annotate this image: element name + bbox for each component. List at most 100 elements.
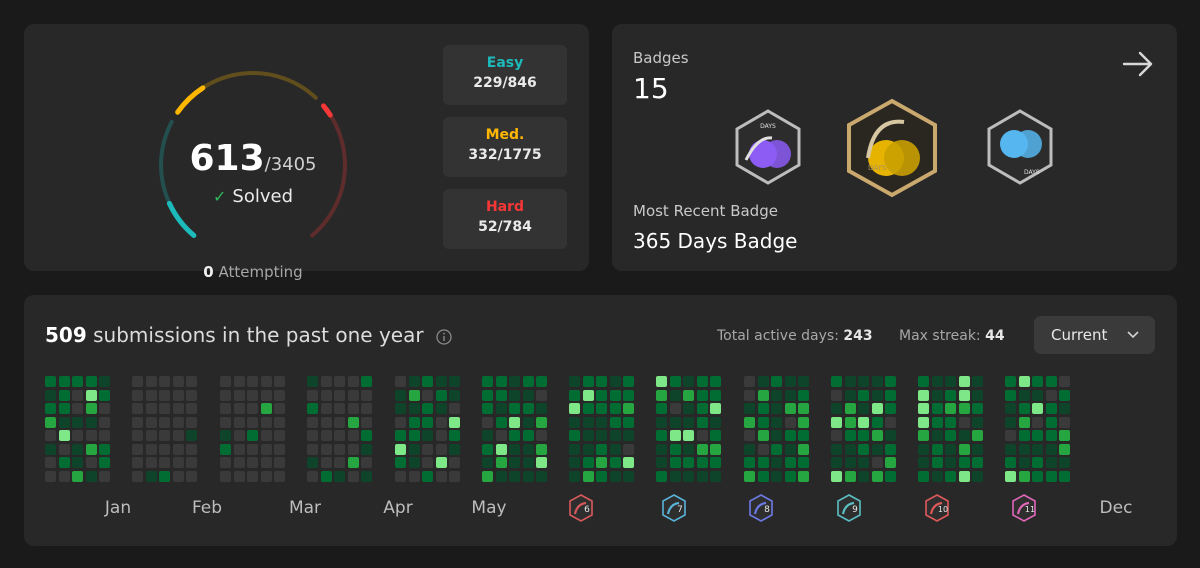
heatmap-cell[interactable] — [99, 389, 110, 401]
heatmap-cell[interactable] — [408, 457, 420, 468]
heatmap-cell[interactable] — [831, 470, 842, 482]
heatmap-cell[interactable] — [172, 416, 184, 428]
heatmap-cell[interactable] — [683, 457, 694, 468]
heatmap-cell[interactable] — [260, 457, 272, 468]
heatmap-cell[interactable] — [132, 416, 143, 428]
heatmap-cell[interactable] — [361, 443, 372, 455]
heatmap-cell[interactable] — [395, 376, 406, 387]
heatmap-cell[interactable] — [596, 443, 607, 455]
heatmap-cell[interactable] — [320, 416, 332, 428]
heatmap-cell[interactable] — [844, 457, 856, 468]
heatmap-cell[interactable] — [260, 443, 272, 455]
heatmap-cell[interactable] — [623, 470, 634, 482]
heatmap-cell[interactable] — [596, 430, 607, 441]
heatmap-cell[interactable] — [159, 430, 170, 441]
heatmap-cell[interactable] — [495, 376, 507, 387]
heatmap-cell[interactable] — [361, 389, 372, 401]
heatmap-cell[interactable] — [247, 376, 258, 387]
heatmap-cell[interactable] — [85, 430, 97, 441]
heatmap-cell[interactable] — [320, 470, 332, 482]
heatmap-cell[interactable] — [683, 430, 694, 441]
heatmap-cell[interactable] — [361, 457, 372, 468]
heatmap-cell[interactable] — [159, 443, 170, 455]
heatmap-cell[interactable] — [1032, 443, 1043, 455]
heatmap-cell[interactable] — [435, 470, 447, 482]
heatmap-cell[interactable] — [1045, 403, 1057, 414]
heatmap-cell[interactable] — [582, 470, 594, 482]
heatmap-cell[interactable] — [569, 443, 580, 455]
heatmap-cell[interactable] — [99, 457, 110, 468]
heatmap-cell[interactable] — [1045, 457, 1057, 468]
heatmap-cell[interactable] — [45, 430, 56, 441]
heatmap-cell[interactable] — [435, 457, 447, 468]
heatmap-cell[interactable] — [582, 389, 594, 401]
heatmap-cell[interactable] — [1059, 376, 1070, 387]
august-badge-icon[interactable]: 8 — [748, 494, 774, 522]
heatmap-cell[interactable] — [247, 403, 258, 414]
heatmap-cell[interactable] — [509, 403, 520, 414]
heatmap-cell[interactable] — [885, 389, 896, 401]
heatmap-cell[interactable] — [347, 443, 359, 455]
heatmap-cell[interactable] — [958, 430, 970, 441]
heatmap-cell[interactable] — [918, 443, 929, 455]
heatmap-cell[interactable] — [435, 389, 447, 401]
heatmap-cell[interactable] — [233, 470, 245, 482]
heatmap-cell[interactable] — [233, 403, 245, 414]
heatmap-cell[interactable] — [132, 430, 143, 441]
heatmap-cell[interactable] — [509, 457, 520, 468]
heatmap-cell[interactable] — [958, 403, 970, 414]
heatmap-cell[interactable] — [509, 470, 520, 482]
heatmap-cell[interactable] — [186, 389, 197, 401]
heatmap-cell[interactable] — [885, 403, 896, 414]
heatmap-cell[interactable] — [844, 430, 856, 441]
heatmap-cell[interactable] — [320, 403, 332, 414]
heatmap-cell[interactable] — [945, 430, 956, 441]
heatmap-cell[interactable] — [656, 416, 667, 428]
heatmap-cell[interactable] — [958, 389, 970, 401]
heatmap-cell[interactable] — [145, 416, 157, 428]
heatmap-cell[interactable] — [320, 457, 332, 468]
heatmap-cell[interactable] — [307, 430, 318, 441]
heatmap-cell[interactable] — [132, 403, 143, 414]
heatmap-cell[interactable] — [596, 389, 607, 401]
heatmap-cell[interactable] — [656, 389, 667, 401]
heatmap-cell[interactable] — [696, 443, 708, 455]
heatmap-cell[interactable] — [334, 389, 345, 401]
heatmap-cell[interactable] — [449, 430, 460, 441]
heatmap-cell[interactable] — [1032, 430, 1043, 441]
heatmap-cell[interactable] — [945, 416, 956, 428]
heatmap-cell[interactable] — [744, 376, 755, 387]
heatmap-cell[interactable] — [1005, 443, 1016, 455]
heatmap-cell[interactable] — [58, 403, 70, 414]
heatmap-cell[interactable] — [569, 470, 580, 482]
heatmap-cell[interactable] — [347, 457, 359, 468]
heatmap-cell[interactable] — [918, 376, 929, 387]
heatmap-cell[interactable] — [334, 416, 345, 428]
heatmap-cell[interactable] — [696, 470, 708, 482]
heatmap-cell[interactable] — [931, 389, 943, 401]
heatmap-cell[interactable] — [582, 403, 594, 414]
heatmap-cell[interactable] — [918, 457, 929, 468]
heatmap-cell[interactable] — [582, 443, 594, 455]
heatmap-cell[interactable] — [609, 416, 621, 428]
heatmap-cell[interactable] — [931, 416, 943, 428]
heatmap-cell[interactable] — [582, 430, 594, 441]
heatmap-cell[interactable] — [482, 457, 493, 468]
heatmap-cell[interactable] — [422, 416, 433, 428]
heatmap-cell[interactable] — [536, 403, 547, 414]
heatmap-cell[interactable] — [744, 457, 755, 468]
heatmap-cell[interactable] — [744, 416, 755, 428]
heatmap-cell[interactable] — [972, 416, 983, 428]
heatmap-cell[interactable] — [1059, 403, 1070, 414]
heatmap-cell[interactable] — [395, 416, 406, 428]
heatmap-cell[interactable] — [495, 457, 507, 468]
heatmap-cell[interactable] — [159, 416, 170, 428]
heatmap-cell[interactable] — [159, 389, 170, 401]
heatmap-cell[interactable] — [1032, 376, 1043, 387]
heatmap-cell[interactable] — [45, 443, 56, 455]
heatmap-cell[interactable] — [85, 443, 97, 455]
heatmap-cell[interactable] — [85, 457, 97, 468]
heatmap-cell[interactable] — [522, 403, 534, 414]
heatmap-cell[interactable] — [858, 389, 869, 401]
heatmap-cell[interactable] — [85, 389, 97, 401]
